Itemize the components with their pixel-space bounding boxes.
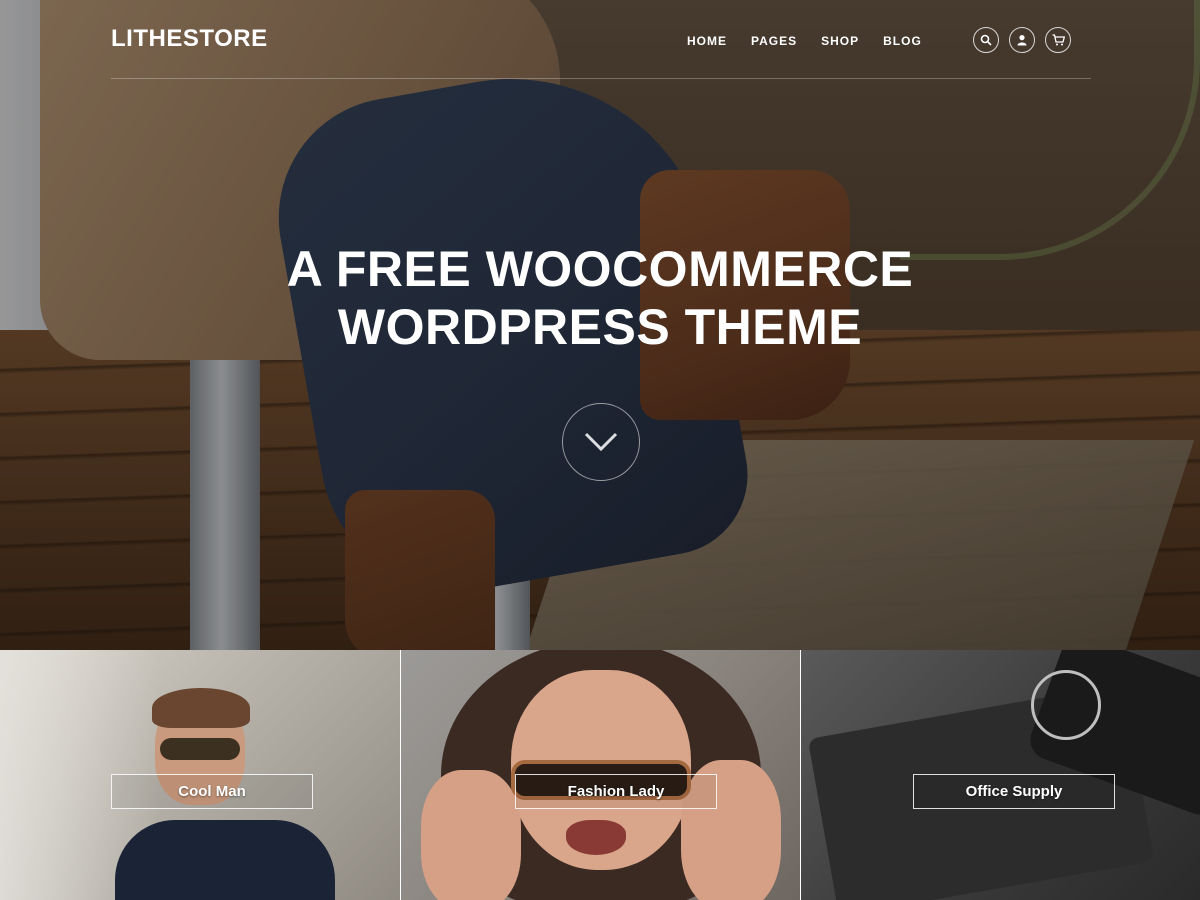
chevron-down-icon	[584, 432, 618, 452]
account-icon	[1017, 35, 1027, 46]
search-icon	[980, 34, 992, 46]
category-tiles: Cool Man Fashion Lady Office Supply	[0, 650, 1200, 900]
cart-button[interactable]	[1045, 27, 1071, 53]
tile-office-strap	[1031, 670, 1101, 740]
search-button[interactable]	[973, 27, 999, 53]
nav-item-blog[interactable]: BLOG	[883, 34, 922, 48]
account-button[interactable]	[1009, 27, 1035, 53]
tile-man-jacket	[115, 820, 335, 900]
site-header: LITHESTORE HOME PAGES SHOP BLOG	[0, 0, 1200, 80]
hero-headline-line1: A FREE WOOCOMMERCE	[286, 241, 914, 297]
tile-man-sunglasses	[160, 738, 240, 760]
header-divider	[111, 78, 1091, 79]
category-label-office-supply[interactable]: Office Supply	[913, 774, 1115, 809]
nav-item-shop[interactable]: SHOP	[821, 34, 859, 48]
scroll-down-button[interactable]	[562, 403, 640, 481]
header-icons	[973, 27, 1071, 53]
nav-item-pages[interactable]: PAGES	[751, 34, 797, 48]
tile-man-hair	[152, 688, 250, 728]
category-tile-fashion-lady[interactable]: Fashion Lady	[400, 650, 801, 900]
category-tile-cool-man[interactable]: Cool Man	[0, 650, 400, 900]
hero-banner: A FREE WOOCOMMERCE WORDPRESS THEME	[0, 0, 1200, 650]
nav-item-home[interactable]: HOME	[687, 34, 727, 48]
site-logo[interactable]: LITHESTORE	[111, 25, 268, 53]
tile-lady-hand	[421, 770, 521, 900]
cart-icon	[1052, 34, 1065, 46]
category-label-cool-man[interactable]: Cool Man	[111, 774, 313, 809]
category-label-fashion-lady[interactable]: Fashion Lady	[515, 774, 717, 809]
main-nav: HOME PAGES SHOP BLOG	[687, 34, 946, 48]
category-tile-office-supply[interactable]: Office Supply	[801, 650, 1200, 900]
tile-lady-mouth	[566, 820, 626, 855]
hero-headline-line2: WORDPRESS THEME	[337, 299, 863, 355]
hero-headline: A FREE WOOCOMMERCE WORDPRESS THEME	[0, 240, 1200, 356]
